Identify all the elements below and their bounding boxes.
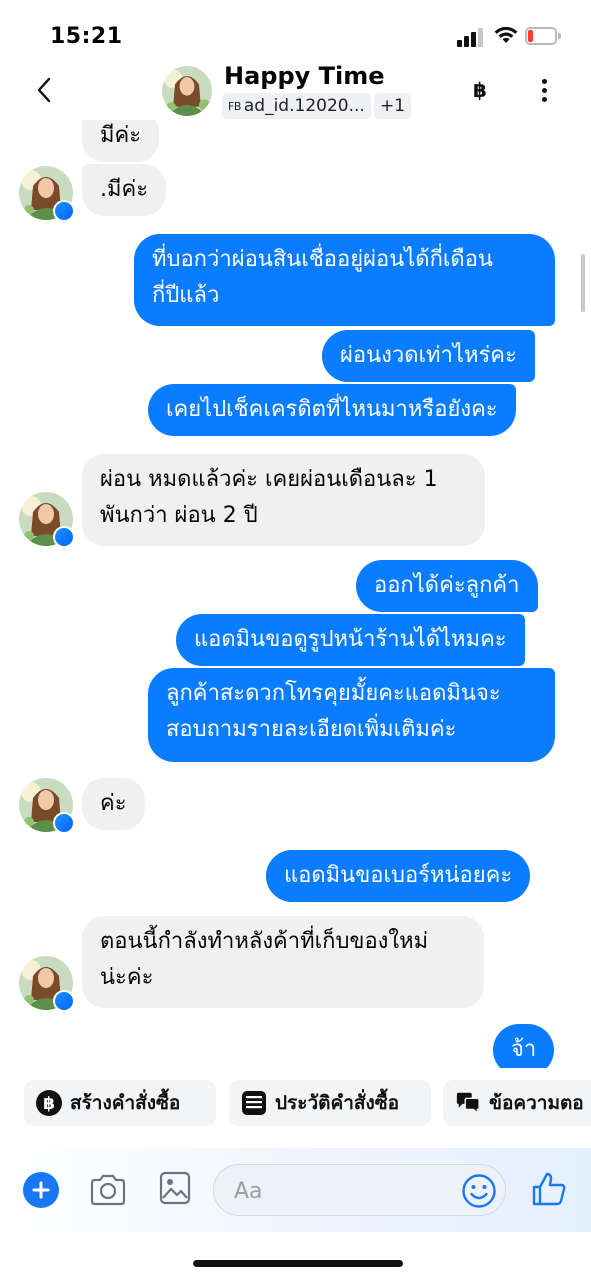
home-indicator[interactable] (193, 1260, 403, 1267)
gallery-icon[interactable] (158, 1170, 192, 1206)
sender-avatar[interactable] (19, 492, 75, 548)
messenger-badge-icon (53, 200, 75, 222)
baht-circle-icon: ฿ (36, 1090, 62, 1116)
conversation-header: Happy Time FB ad_id.12020... +1 ฿ (0, 62, 591, 120)
fb-label: FB (228, 99, 241, 113)
svg-text:฿: ฿ (43, 1094, 55, 1114)
wifi-icon (494, 26, 518, 43)
more-options-button[interactable] (533, 76, 557, 106)
status-time: 15:21 (50, 24, 123, 49)
sender-avatar[interactable] (19, 956, 75, 1012)
quick-actions-bar: ฿ สร้างคำสั่งซื้อ ประวัติคำสั่งซื้อ ข้อค… (0, 1078, 591, 1130)
extra-tags-chip[interactable]: +1 (374, 93, 412, 119)
messenger-badge-icon (53, 526, 75, 548)
message-bubble-outgoing[interactable]: ออกได้ค่ะลูกค้า (356, 560, 538, 612)
message-bubble-outgoing[interactable]: แอดมินขอดูรูปหน้าร้านได้ไหมคะ (176, 614, 525, 666)
add-button[interactable] (23, 1172, 59, 1208)
camera-icon[interactable] (88, 1170, 128, 1210)
thumbs-up-icon[interactable] (530, 1170, 568, 1208)
contact-avatar[interactable] (162, 66, 212, 116)
status-bar: 15:21 (0, 0, 591, 62)
message-bubble-incoming[interactable]: .มีค่ะ (82, 164, 167, 216)
message-input[interactable] (234, 1175, 454, 1207)
message-bubble-outgoing[interactable]: จ้า (493, 1024, 555, 1068)
battery-icon (525, 27, 561, 45)
ad-id-chip[interactable]: FB ad_id.12020... (222, 93, 371, 119)
message-bubble-incoming[interactable]: ค่ะ (82, 778, 145, 830)
plus-icon (32, 1181, 50, 1199)
message-bubble-outgoing[interactable]: ที่บอกว่าผ่อนสินเชื่ออยู่ผ่อนได้กี่เดือน… (134, 234, 555, 326)
contact-name: Happy Time (224, 62, 385, 90)
chat-bubbles-icon (456, 1092, 480, 1115)
sender-avatar[interactable] (19, 166, 75, 222)
message-bubble-incoming[interactable]: มีค่ะ (82, 120, 160, 162)
message-bubble-incoming[interactable]: ตอนนี้กำลังทำหลังค้าที่เก็บของใหม่ น่ะค่… (82, 916, 484, 1008)
message-composer (0, 1148, 591, 1232)
emoji-icon[interactable] (461, 1173, 497, 1209)
message-bubble-outgoing[interactable]: ลูกค้าสะดวกโทรคุยมั้ยคะแอดมินจะ สอบถามรา… (148, 668, 555, 762)
cellular-signal-icon (457, 27, 485, 47)
ad-id-text: ad_id.12020... (243, 96, 365, 116)
messenger-screen: 15:21 Happy Time FB ad_id.12020... +1 ฿ … (0, 0, 591, 1280)
message-bubble-outgoing[interactable]: ผ่อนงวดเท่าไหร่คะ (322, 330, 535, 382)
messenger-badge-icon (53, 812, 75, 834)
avatar-portrait-icon (162, 66, 212, 116)
messenger-badge-icon (53, 990, 75, 1012)
saved-replies-button[interactable]: ข้อความตอ (443, 1080, 591, 1126)
create-order-button[interactable]: ฿ สร้างคำสั่งซื้อ (24, 1080, 216, 1126)
chevron-left-icon (37, 77, 51, 103)
baht-currency-button[interactable]: ฿ (466, 76, 494, 104)
message-bubble-outgoing[interactable]: แอดมินขอเบอร์หน่อยคะ (266, 850, 531, 902)
message-bubble-outgoing[interactable]: เคยไปเช็คเครดิตที่ไหนมาหรือยังคะ (148, 384, 516, 436)
order-history-button[interactable]: ประวัติคำสั่งซื้อ (229, 1080, 431, 1126)
sender-avatar[interactable] (19, 778, 75, 834)
back-button[interactable] (28, 74, 60, 106)
message-bubble-incoming[interactable]: ผ่อน หมดแล้วค่ะ เคยผ่อนเดือนละ 1 พันกว่า… (82, 454, 485, 546)
order-list-icon (242, 1091, 266, 1115)
scrollbar-thumb[interactable] (581, 254, 585, 312)
message-list[interactable]: มีค่ะ .มีค่ะ ที่บอกว่าผ่อนสินเชื่ออยู่ผ่… (0, 120, 591, 1068)
